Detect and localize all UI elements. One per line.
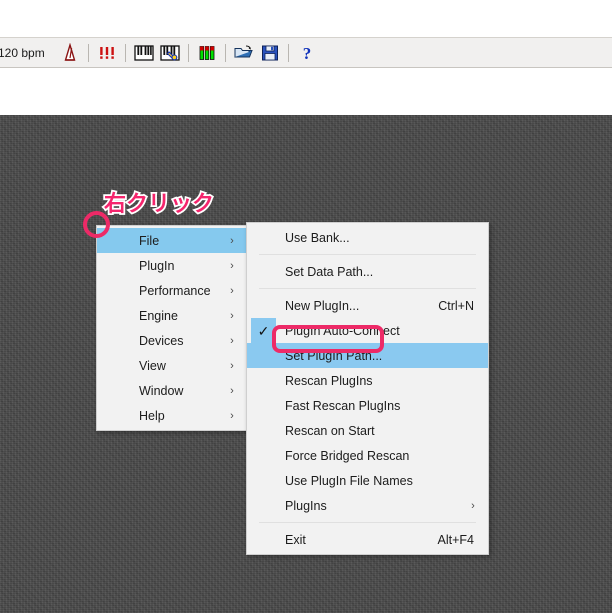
toolbar-separator [224,43,226,62]
save-disk-icon[interactable] [259,42,281,64]
menu-item-label: View [139,358,166,373]
chevron-right-icon: › [230,284,234,297]
toolbar: 120 bpm ? [0,37,612,68]
chevron-right-icon: › [230,384,234,397]
level-meter-icon[interactable] [196,42,218,64]
menu-item-new-plugin[interactable]: New PlugIn... Ctrl+N [247,293,488,318]
menu-item-check-indicator: ✓ [251,318,276,343]
menu-item-label: PlugIn Auto-Connect [285,323,400,338]
chevron-right-icon: › [230,234,234,247]
menu-item-plugin-auto-connect[interactable]: ✓ PlugIn Auto-Connect [247,318,488,343]
menu-item-set-data-path[interactable]: Set Data Path... [247,259,488,284]
menu-item-force-bridged-rescan[interactable]: Force Bridged Rescan [247,443,488,468]
toolbar-separator [187,43,189,62]
keyboard-settings-icon[interactable] [159,42,181,64]
menu-item-file[interactable]: File › [97,228,247,253]
menu-item-engine[interactable]: Engine › [97,303,247,328]
exclamation-icon[interactable] [96,42,118,64]
menu-item-label: Window [139,383,184,398]
menu-item-exit[interactable]: Exit Alt+F4 [247,527,488,552]
svg-text:?: ? [302,44,311,63]
menu-item-set-plugin-path[interactable]: Set PlugIn Path... [247,343,488,368]
tempo-display[interactable]: 120 bpm [0,46,45,60]
check-icon: ✓ [257,322,270,339]
menu-item-label: Set PlugIn Path... [285,348,383,363]
help-icon[interactable]: ? [296,42,318,64]
menu-item-fast-rescan-plugins[interactable]: Fast Rescan PlugIns [247,393,488,418]
menu-item-plugins[interactable]: PlugIns › [247,493,488,518]
menu-separator [259,254,476,255]
chevron-right-icon: › [471,499,475,512]
toolbar-separator [87,43,89,62]
menu-item-label: New PlugIn... [285,298,360,313]
menu-separator [259,288,476,289]
menu-item-label: Devices [139,333,184,348]
menu-item-label: Use Bank... [285,230,350,245]
menu-item-label: Rescan PlugIns [285,373,373,388]
menu-item-label: PlugIn [139,258,175,273]
menu-item-help[interactable]: Help › [97,403,247,428]
menu-item-plugin[interactable]: PlugIn › [97,253,247,278]
chevron-right-icon: › [230,309,234,322]
menu-separator [259,522,476,523]
menu-item-devices[interactable]: Devices › [97,328,247,353]
chevron-right-icon: › [230,359,234,372]
menu-item-shortcut: Alt+F4 [437,532,474,547]
menu-item-label: Rescan on Start [285,423,375,438]
menu-item-label: Fast Rescan PlugIns [285,398,401,413]
menu-item-view[interactable]: View › [97,353,247,378]
toolbar-separator [124,43,126,62]
menu-item-rescan-on-start[interactable]: Rescan on Start [247,418,488,443]
menu-item-label: Performance [139,283,211,298]
chevron-right-icon: › [230,259,234,272]
context-menu-main[interactable]: File › PlugIn › Performance › Engine › Devices › V… [96,225,248,431]
metronome-icon[interactable] [59,42,81,64]
context-menu-file-submenu[interactable]: Use Bank... Set Data Path... New PlugIn...… [246,222,489,555]
menu-item-label: File [139,233,160,248]
chevron-right-icon: › [230,334,234,347]
menu-item-label: PlugIns [285,498,327,513]
application-top-area: 120 bpm ? [0,0,612,115]
menu-item-label: Use PlugIn File Names [285,473,413,488]
chevron-right-icon: › [230,409,234,422]
annotation-label-right-click-text: 右クリック [102,190,216,219]
menu-item-label: Help [139,408,165,423]
menu-item-rescan-plugins[interactable]: Rescan PlugIns [247,368,488,393]
toolbar-separator [287,43,289,62]
menu-item-label: Set Data Path... [285,264,374,279]
menu-item-use-bank[interactable]: Use Bank... [247,225,488,250]
annotation-label-right-click: 右クリック [102,186,216,219]
menu-item-label: Exit [285,532,306,547]
menu-item-performance[interactable]: Performance › [97,278,247,303]
menu-item-use-plugin-file-names[interactable]: Use PlugIn File Names [247,468,488,493]
open-folder-icon[interactable] [233,42,255,64]
menu-item-shortcut: Ctrl+N [438,298,474,313]
keyboard-icon[interactable] [133,42,155,64]
menu-item-label: Force Bridged Rescan [285,448,410,463]
menu-item-label: Engine [139,308,178,323]
menu-item-window[interactable]: Window › [97,378,247,403]
